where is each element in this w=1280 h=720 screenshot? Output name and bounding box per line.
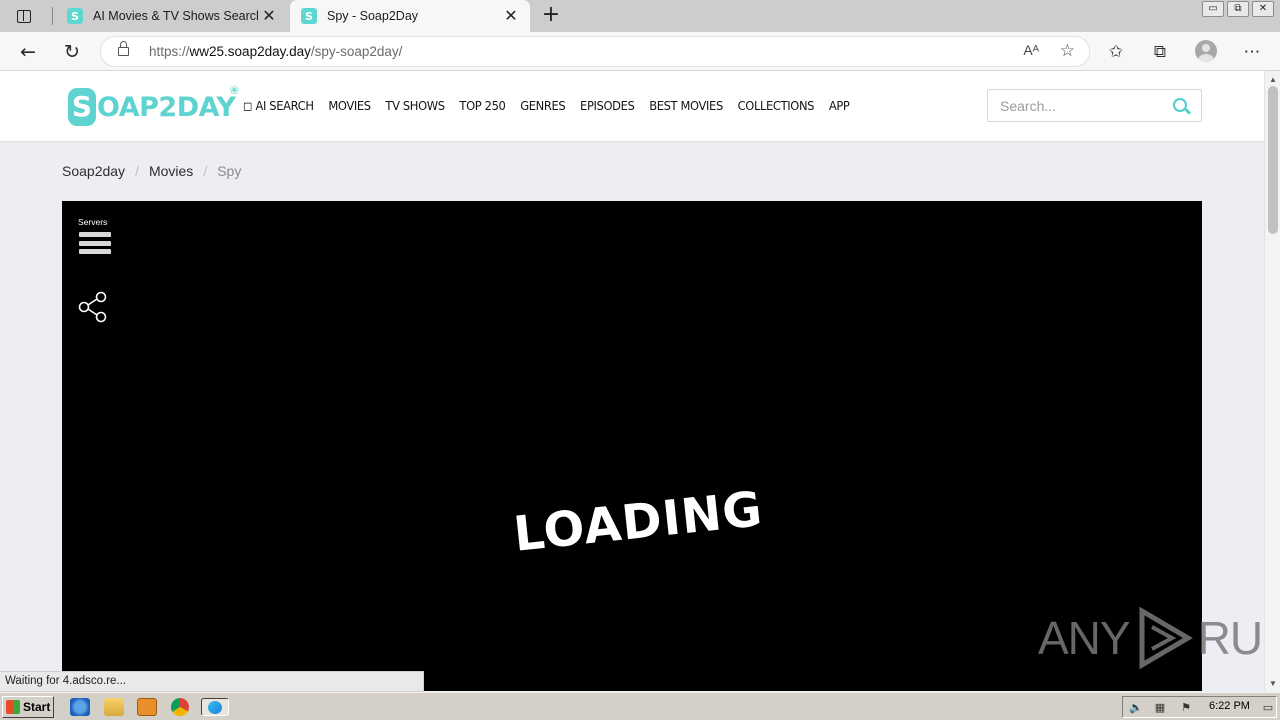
nav-tv-shows[interactable]: TV SHOWS: [385, 98, 445, 113]
nav-genres[interactable]: GENRES: [520, 98, 566, 113]
tab-actions-icon: [17, 9, 31, 23]
scrollbar-thumb[interactable]: [1268, 86, 1278, 234]
url-text[interactable]: https://ww25.soap2day.day/spy-soap2day/: [149, 44, 402, 59]
windows-flag-icon: [6, 700, 20, 714]
edge-icon[interactable]: [201, 698, 229, 716]
tab-close-icon[interactable]: ✕: [258, 6, 280, 26]
lock-icon: [118, 41, 129, 57]
main-navigation: ◻ AI SEARCH MOVIES TV SHOWS TOP 250 GENR…: [243, 98, 864, 113]
profile-avatar[interactable]: [1195, 40, 1217, 62]
tab-close-icon[interactable]: ✕: [500, 6, 522, 26]
nav-best-movies[interactable]: BEST MOVIES: [649, 98, 723, 113]
tab-ai-movies[interactable]: S AI Movies & TV Shows Search - ✕: [56, 0, 288, 32]
new-tab-button[interactable]: +: [538, 3, 564, 29]
site-logo[interactable]: S OAP2DAY ❀: [68, 83, 239, 129]
tab-title: AI Movies & TV Shows Search -: [93, 9, 258, 23]
nav-app[interactable]: APP: [829, 98, 850, 113]
windows-taskbar: Start 🔈 ▦ ⚑ 6:22 PM ▭: [0, 692, 1280, 720]
servers-label: Servers: [78, 217, 108, 227]
browser-status-text: Waiting for 4.adsco.re...: [0, 671, 424, 692]
favorites-icon[interactable]: ✩: [1103, 39, 1129, 65]
system-tray: 🔈 ▦ ⚑ 6:22 PM ▭: [1122, 696, 1277, 718]
volume-icon[interactable]: 🔈: [1129, 701, 1143, 714]
nav-episodes[interactable]: EPISODES: [580, 98, 635, 113]
breadcrumb-separator: /: [203, 163, 208, 179]
breadcrumb-movies[interactable]: Movies: [149, 163, 193, 179]
video-player[interactable]: Servers LOADING ANY RUN: [62, 201, 1264, 691]
nav-collections[interactable]: COLLECTIONS: [738, 98, 815, 113]
file-explorer-icon[interactable]: [104, 698, 124, 716]
window-controls: ▭ ⧉ ✕: [1202, 1, 1274, 17]
page-scrollbar[interactable]: ▲ ▼: [1264, 71, 1280, 691]
breadcrumb-home[interactable]: Soap2day: [62, 163, 125, 179]
read-aloud-icon[interactable]: Aᴬ: [1023, 42, 1039, 58]
network-icon[interactable]: ▦: [1153, 701, 1167, 714]
restore-button[interactable]: ⧉: [1227, 1, 1249, 17]
show-desktop-icon[interactable]: ▭: [1261, 701, 1275, 714]
site-search: [987, 89, 1202, 122]
servers-menu-icon[interactable]: [79, 232, 111, 260]
tab-title: Spy - Soap2Day: [327, 9, 419, 23]
refresh-icon[interactable]: ↻: [59, 39, 85, 65]
start-button[interactable]: Start: [2, 696, 54, 718]
tab-separator: [52, 7, 53, 25]
logo-wordmark: OAP2DAY: [97, 91, 236, 123]
nav-ai-search[interactable]: ◻ AI SEARCH: [243, 98, 314, 113]
share-icon[interactable]: [78, 291, 108, 323]
scroll-up-icon[interactable]: ▲: [1269, 75, 1277, 84]
media-player-icon[interactable]: [137, 698, 157, 716]
search-icon[interactable]: [1173, 98, 1187, 112]
soap2day-favicon-icon: S: [301, 8, 317, 24]
more-options-icon[interactable]: ⋯: [1239, 39, 1265, 65]
play-triangle-icon: [1139, 607, 1193, 669]
collections-icon[interactable]: ⧉: [1147, 39, 1173, 65]
breadcrumb: Soap2day / Movies / Spy: [62, 163, 241, 179]
taskbar-clock[interactable]: 6:22 PM: [1209, 700, 1250, 712]
tab-actions-button[interactable]: [6, 4, 42, 28]
add-favorite-star-icon[interactable]: ☆: [1060, 41, 1075, 61]
loading-text: LOADING: [511, 481, 766, 563]
action-center-flag-icon[interactable]: ⚑: [1179, 701, 1193, 714]
logo-leaf-icon: ❀: [229, 83, 240, 97]
breadcrumb-separator: /: [135, 163, 139, 179]
browser-toolbar: ← ↻ https://ww25.soap2day.day/spy-soap2d…: [0, 32, 1280, 71]
minimize-button[interactable]: ▭: [1202, 1, 1224, 17]
tab-spy-soap2day[interactable]: S Spy - Soap2Day ✕: [290, 0, 530, 32]
internet-explorer-icon[interactable]: [70, 698, 90, 716]
chrome-icon[interactable]: [171, 698, 189, 716]
logo-s-badge: S: [68, 88, 96, 126]
back-arrow-icon[interactable]: ←: [15, 39, 41, 65]
search-input[interactable]: [988, 90, 1163, 121]
scroll-down-icon[interactable]: ▼: [1269, 679, 1277, 688]
nav-top-250[interactable]: TOP 250: [459, 98, 505, 113]
nav-movies[interactable]: MOVIES: [328, 98, 371, 113]
address-bar[interactable]: https://ww25.soap2day.day/spy-soap2day/ …: [100, 36, 1090, 67]
web-page: S OAP2DAY ❀ ◻ AI SEARCH MOVIES TV SHOWS …: [0, 71, 1264, 691]
soap2day-favicon-icon: S: [67, 8, 83, 24]
browser-tab-bar: S AI Movies & TV Shows Search - ✕ S Spy …: [0, 0, 1280, 32]
site-header: S OAP2DAY ❀ ◻ AI SEARCH MOVIES TV SHOWS …: [0, 71, 1264, 141]
anyrun-watermark: ANY RUN: [1038, 607, 1264, 669]
close-window-button[interactable]: ✕: [1252, 1, 1274, 17]
breadcrumb-current: Spy: [217, 163, 242, 179]
